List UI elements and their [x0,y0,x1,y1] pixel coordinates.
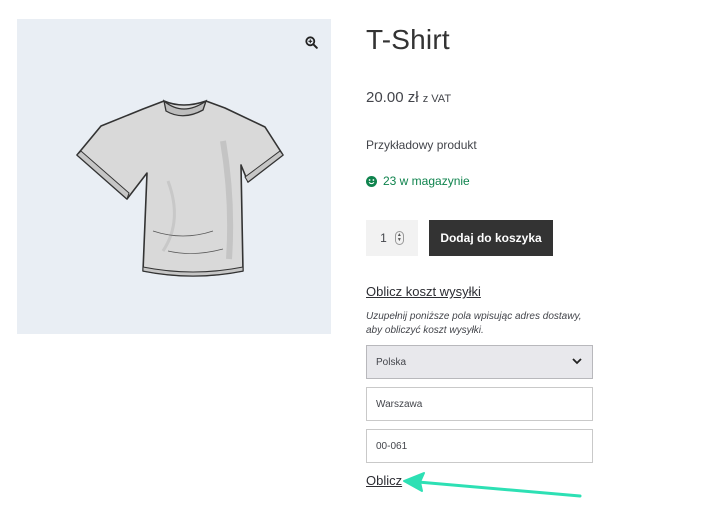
stepper-arrows-icon[interactable]: ▲ ▼ [394,231,404,245]
country-select[interactable]: Polska [366,345,593,379]
quantity-stepper[interactable]: 1 ▲ ▼ [366,220,418,256]
product-description: Przykładowy produkt [366,138,477,152]
price-amount: 20.00 zł [366,89,419,106]
smile-icon [366,175,377,187]
product-gallery [17,19,331,334]
price-suffix: z VAT [422,93,452,105]
city-input[interactable]: Warszawa [366,387,593,421]
arrow-icon [403,472,582,498]
stock-status: 23 w magazynie [366,174,470,188]
add-to-cart-button[interactable]: Dodaj do koszyka [429,220,553,256]
product-price: 20.00 zł z VAT [366,89,451,106]
zoom-icon[interactable] [302,33,320,51]
city-value: Warszawa [376,398,423,410]
chevron-down-icon [572,357,582,368]
product-image[interactable] [73,81,293,293]
stock-label: 23 w magazynie [383,174,470,188]
shipping-hint-line: aby obliczyć koszt wysyłki. [366,325,484,336]
shipping-hint-line: Uzupełnij poniższe pola wpisując adres d… [366,311,582,322]
calculate-shipping-button[interactable]: Oblicz [366,473,402,488]
quantity-value: 1 [380,231,387,245]
shipping-hint: Uzupełnij poniższe pola wpisując adres d… [366,310,606,338]
product-title: T-Shirt [366,24,450,55]
postcode-input[interactable]: 00-061 [366,429,593,463]
shipping-calculator-toggle[interactable]: Oblicz koszt wysyłki [366,284,481,299]
country-value: Polska [376,356,407,368]
postcode-value: 00-061 [376,440,408,452]
